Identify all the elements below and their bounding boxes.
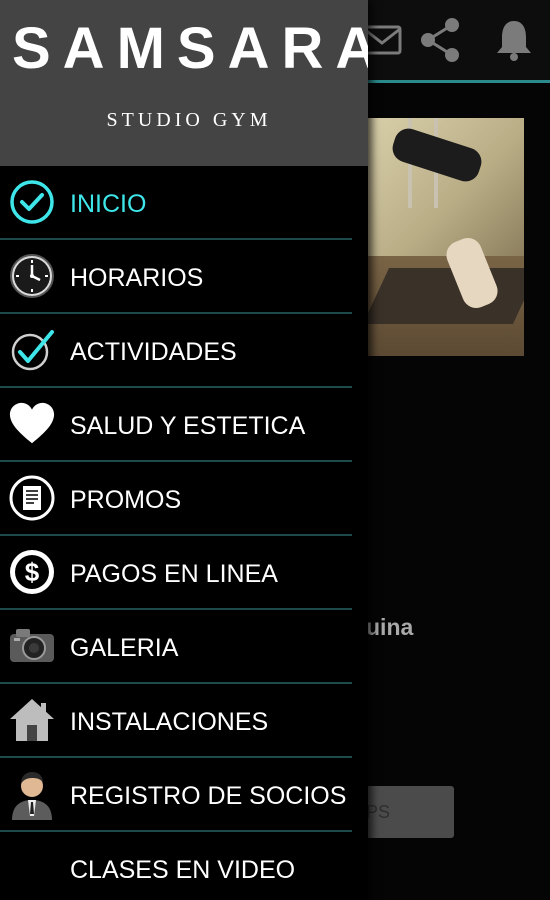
brand-subtitle: STUDIO GYM <box>106 109 272 131</box>
menu-item-label: INSTALACIONES <box>70 708 269 736</box>
menu-item-inicio[interactable]: INICIO <box>0 166 368 240</box>
clock-icon <box>8 252 56 300</box>
drawer-header: SAMSARA STUDIO GYM <box>0 0 368 166</box>
menu-item-label: PROMOS <box>70 486 182 514</box>
menu-item-label: GALERIA <box>70 634 179 662</box>
svg-text:$: $ <box>25 557 40 587</box>
brand-name: SAMSARA <box>12 16 368 81</box>
menu-item-clases-en-video[interactable]: CLASES EN VIDEO <box>0 832 368 900</box>
background-button[interactable]: PS <box>356 786 454 838</box>
document-icon <box>8 474 56 522</box>
menu-item-pagos-en-linea[interactable]: $ PAGOS EN LINEA <box>0 536 368 610</box>
menu-item-promos[interactable]: PROMOS <box>0 462 368 536</box>
menu-item-registro-de-socios[interactable]: REGISTRO DE SOCIOS <box>0 758 368 832</box>
gym-photo <box>368 118 524 356</box>
heart-icon <box>8 400 56 448</box>
dollar-icon: $ <box>8 548 56 596</box>
menu-item-label: INICIO <box>70 190 147 218</box>
drawer-menu: INICIO HORARIOS ACTIVIDADES SALUD Y ESTE… <box>0 166 368 900</box>
navigation-drawer: SAMSARA STUDIO GYM INICIO HORARIOS ACTIV… <box>0 0 368 900</box>
checkmark-icon <box>8 326 56 374</box>
menu-item-galeria[interactable]: GALERIA <box>0 610 368 684</box>
check-circle-icon <box>8 178 56 226</box>
menu-item-label: HORARIOS <box>70 264 204 292</box>
bell-icon[interactable] <box>488 14 540 66</box>
person-icon <box>8 770 56 820</box>
menu-item-salud-y-estetica[interactable]: SALUD Y ESTETICA <box>0 388 368 462</box>
menu-item-label: ACTIVIDADES <box>70 338 237 366</box>
menu-item-label: CLASES EN VIDEO <box>70 856 296 884</box>
background-text: uina <box>366 614 414 640</box>
video-icon <box>8 844 56 892</box>
menu-item-instalaciones[interactable]: INSTALACIONES <box>0 684 368 758</box>
menu-item-label: REGISTRO DE SOCIOS <box>70 782 347 810</box>
share-icon[interactable] <box>414 14 466 66</box>
menu-item-actividades[interactable]: ACTIVIDADES <box>0 314 368 388</box>
camera-icon <box>8 622 56 670</box>
menu-item-label: SALUD Y ESTETICA <box>70 412 306 440</box>
home-icon <box>8 696 56 744</box>
menu-item-horarios[interactable]: HORARIOS <box>0 240 368 314</box>
menu-item-label: PAGOS EN LINEA <box>70 560 278 588</box>
